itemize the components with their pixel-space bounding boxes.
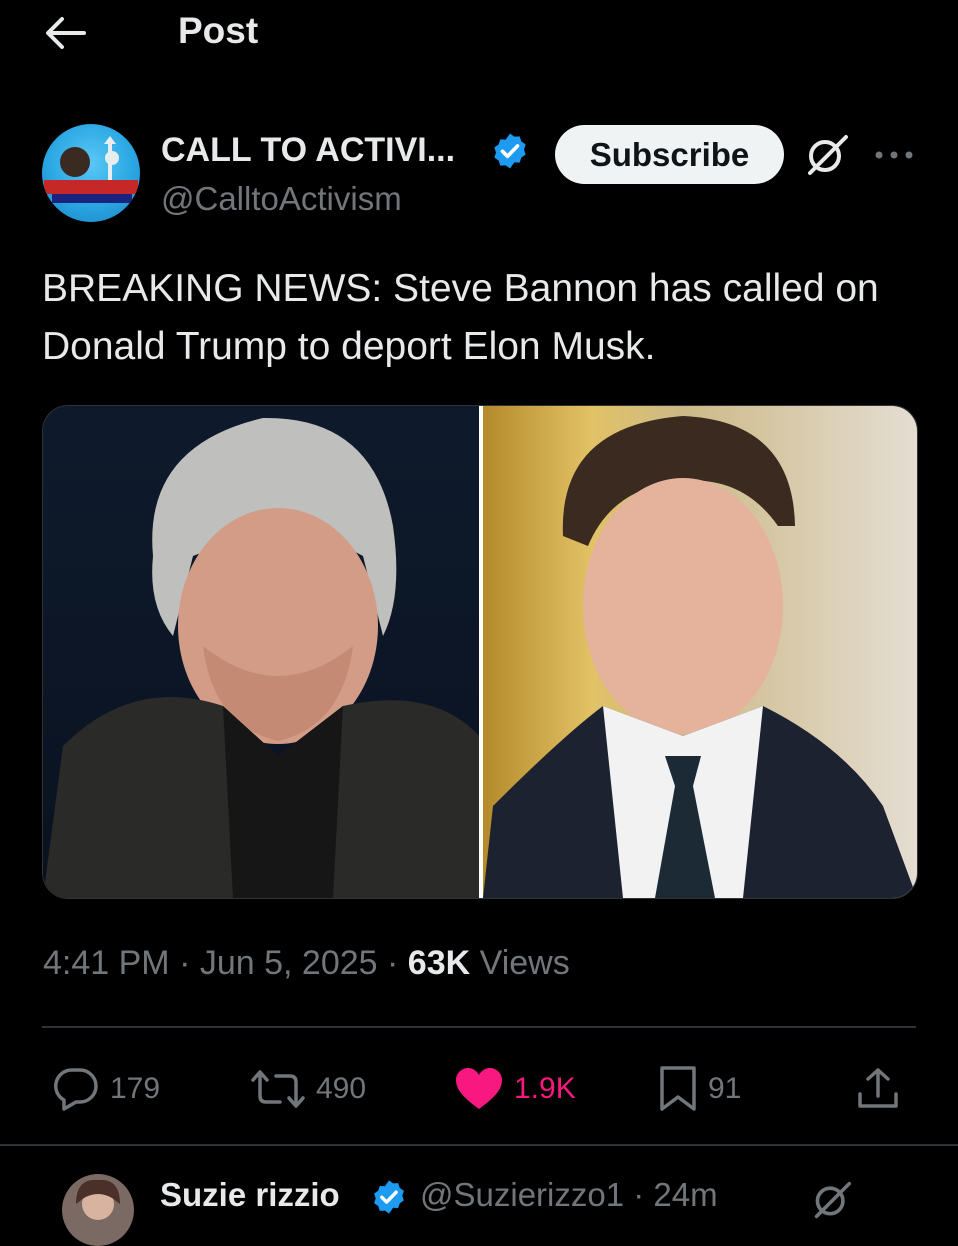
repost-icon bbox=[251, 1070, 305, 1108]
author-handle[interactable]: @CalltoActivism bbox=[161, 179, 402, 219]
meta-separator: · bbox=[387, 944, 399, 982]
post-time: 4:41 PM bbox=[43, 944, 170, 982]
post-date[interactable]: Jun 5, 2025 bbox=[200, 944, 378, 982]
reply-button[interactable]: 179 bbox=[52, 1066, 160, 1112]
reply-author-avatar[interactable] bbox=[62, 1174, 134, 1246]
like-button[interactable]: 1.9K bbox=[454, 1066, 576, 1112]
back-arrow-icon[interactable] bbox=[44, 14, 86, 52]
reply-count: 179 bbox=[110, 1072, 161, 1105]
post-media-image[interactable] bbox=[42, 405, 918, 899]
verified-badge-icon bbox=[490, 131, 530, 171]
grok-icon[interactable] bbox=[804, 133, 850, 177]
reply-author-name[interactable]: Suzie rizzio bbox=[160, 1176, 340, 1214]
heart-icon bbox=[456, 1068, 502, 1109]
divider bbox=[0, 1144, 958, 1146]
verified-badge-icon bbox=[370, 1178, 408, 1216]
author-avatar[interactable] bbox=[42, 124, 140, 222]
views-count: 63K bbox=[407, 944, 471, 982]
like-count: 1.9K bbox=[514, 1072, 576, 1105]
grok-icon[interactable] bbox=[810, 1180, 854, 1220]
page-title: Post bbox=[178, 10, 259, 51]
bookmark-button[interactable]: 91 bbox=[658, 1066, 741, 1112]
post-meta: 4:41 PM · Jun 5, 2025 · 63K Views bbox=[43, 942, 570, 984]
post-text: BREAKING NEWS: Steve Bannon has called o… bbox=[42, 267, 879, 368]
subscribe-button[interactable]: Subscribe bbox=[555, 125, 784, 184]
repost-count: 490 bbox=[316, 1072, 367, 1105]
share-icon bbox=[858, 1068, 898, 1108]
views-label: Views bbox=[479, 944, 570, 982]
reply-icon bbox=[54, 1068, 98, 1111]
more-options-icon[interactable] bbox=[872, 140, 916, 170]
meta-separator: · bbox=[179, 944, 191, 982]
divider bbox=[42, 1026, 916, 1028]
bookmark-count: 91 bbox=[708, 1072, 742, 1105]
share-button[interactable] bbox=[856, 1066, 900, 1112]
repost-button[interactable]: 490 bbox=[250, 1066, 366, 1112]
author-display-name[interactable]: CALL TO ACTIVI... bbox=[161, 130, 455, 170]
bookmark-icon bbox=[660, 1066, 696, 1111]
reply-author-handle: @Suzierizzo1 · 24m bbox=[420, 1176, 718, 1213]
